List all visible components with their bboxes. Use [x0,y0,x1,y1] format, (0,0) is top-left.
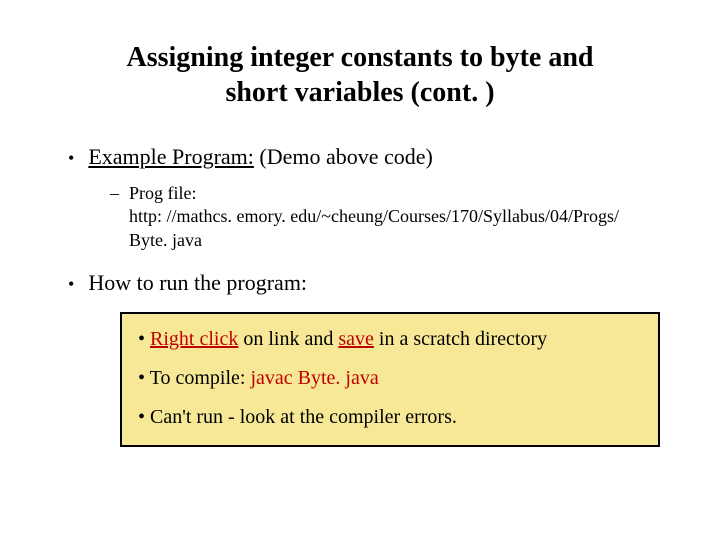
prog-file-content: Prog file: http: //mathcs. emory. edu/~c… [129,182,649,252]
dash-icon: – [110,182,119,205]
box-l2-pre: • To compile: [138,367,250,389]
box-line-3: • Can't run - look at the compiler error… [138,406,642,429]
slide-title: Assigning integer constants to byte and … [60,40,660,110]
instruction-box: • Right click on link and save in a scra… [120,312,660,447]
bullet-how-to-run: • How to run the program: [68,270,660,298]
box-l1-post: in a scratch directory [374,328,547,350]
example-program-rest: (Demo above code) [254,144,433,169]
how-to-run-text: How to run the program: [88,270,307,296]
box-l1-mid: on link and [238,328,338,350]
sub-bullet-prog-file: – Prog file: http: //mathcs. emory. edu/… [110,182,660,252]
compile-command: javac Byte. java [250,367,378,389]
box-bullet-icon: • [138,328,150,350]
slide: Assigning integer constants to byte and … [0,0,720,447]
title-line-2: short variables (cont. ) [225,77,494,108]
example-program-label: Example Program: [88,144,254,169]
save-text: save [338,328,374,350]
right-click-text: Right click [150,328,238,350]
bullet-example-program: • Example Program: (Demo above code) [68,144,660,172]
prog-file-url: http: //mathcs. emory. edu/~cheung/Cours… [129,206,619,249]
bullet-dot-icon: • [68,270,74,298]
box-line-2: • To compile: javac Byte. java [138,367,642,390]
bullet-dot-icon: • [68,144,74,172]
prog-file-label: Prog file: [129,183,197,203]
box-line-1: • Right click on link and save in a scra… [138,328,642,351]
bullet-text: Example Program: (Demo above code) [88,144,433,170]
title-line-1: Assigning integer constants to byte and [127,42,594,73]
